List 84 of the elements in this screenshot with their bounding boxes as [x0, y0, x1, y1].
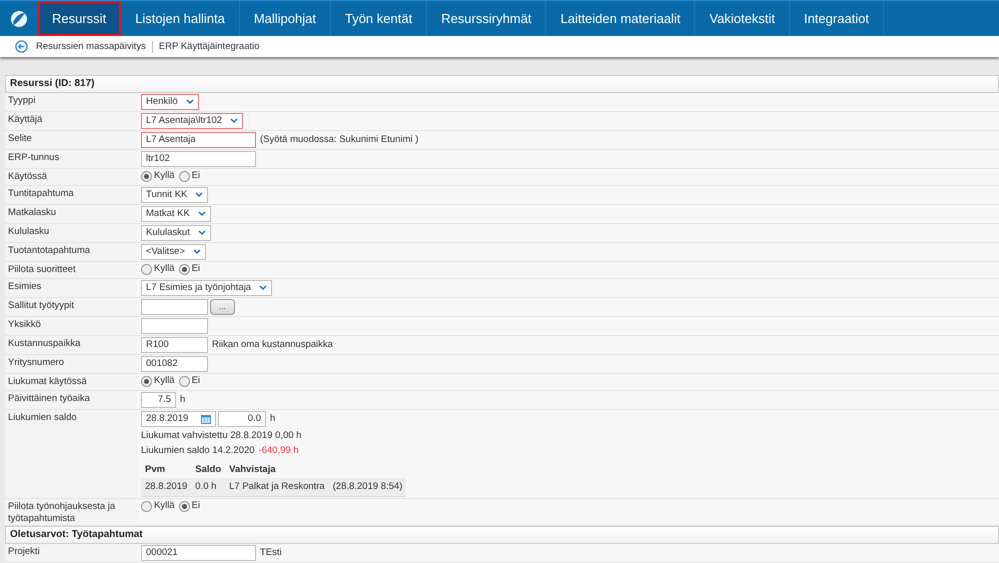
- radio-label: Ei: [192, 500, 200, 512]
- field-label: Sallitut työtyypit: [8, 300, 74, 311]
- calendar-icon[interactable]: [201, 414, 211, 424]
- radio-label: Kyllä: [154, 500, 175, 512]
- text-field[interactable]: L7 Asentaja: [141, 132, 256, 148]
- field-note: (Syötä muodossa: Sukunimi Etunimi ): [260, 134, 418, 146]
- field-label: Tuntitapahtuma: [8, 188, 74, 199]
- balance-value: -640,99 h: [258, 445, 299, 457]
- field-label: Päivittäinen työaika: [8, 393, 90, 404]
- chevron-down-icon: [230, 118, 238, 124]
- field-note: h: [180, 394, 186, 406]
- text-field[interactable]: [141, 299, 208, 315]
- chevron-down-icon: [186, 99, 194, 105]
- field-label: Yritysnumero: [8, 357, 64, 368]
- field-label: Tyyppi: [8, 95, 36, 106]
- chevron-down-icon: [198, 230, 206, 236]
- field-label: Esimies: [8, 281, 42, 292]
- field-label: Piilota työnohjauksesta ja työtapahtumista: [8, 501, 116, 524]
- field-label: Matkalasku: [8, 207, 56, 218]
- field-label: Käytössä: [8, 171, 48, 182]
- section-header: Oletusarvot: Työtapahtumat: [5, 526, 999, 544]
- text-field[interactable]: R100: [141, 337, 208, 353]
- back-icon[interactable]: [15, 40, 28, 53]
- field-label: ERP-tunnus: [8, 152, 60, 163]
- column-header: Saldo: [191, 462, 226, 478]
- subnav-link[interactable]: Resurssien massapäivitys: [36, 40, 146, 52]
- radio-label: Ei: [192, 375, 200, 387]
- radio-button[interactable]: [141, 170, 152, 182]
- radio-label: Kyllä: [154, 263, 175, 275]
- field-label: Kululasku: [8, 226, 50, 237]
- radio-label: Kyllä: [154, 375, 175, 387]
- text-field[interactable]: 000021: [141, 545, 256, 561]
- field-label: Yksikkö: [8, 319, 41, 330]
- field-label: Tuotantotapahtuma: [8, 245, 90, 256]
- subnav-link[interactable]: ERP Käyttäjäintegraatio: [158, 40, 260, 52]
- dropdown[interactable]: Tunnit KK: [141, 187, 208, 203]
- field-note: TEsti: [260, 547, 282, 559]
- radio-button[interactable]: [178, 376, 190, 386]
- logo-icon: [10, 10, 28, 28]
- dropdown[interactable]: Henkilö: [141, 94, 199, 110]
- field-note: Riikan oma kustannuspaikka: [212, 339, 333, 351]
- radio-button[interactable]: [178, 170, 190, 182]
- radio-button[interactable]: [141, 264, 152, 274]
- nav-tab[interactable]: Resurssit: [38, 1, 122, 36]
- chevron-down-icon: [259, 285, 268, 291]
- dropdown[interactable]: L7 Asentaja\ltr102: [141, 113, 244, 129]
- field-label: Käyttäjä: [8, 114, 42, 125]
- table-cell: L7 Palkat ja Reskontra: [225, 478, 329, 496]
- dropdown[interactable]: Kululaskut: [141, 225, 211, 241]
- column-header: Vahvistaja: [225, 462, 329, 478]
- table-cell: 28.8.2019: [141, 478, 192, 496]
- table-cell: 0.0 h: [191, 478, 226, 496]
- text-field[interactable]: [141, 318, 208, 334]
- field-note: h: [270, 413, 276, 425]
- field-label: Selite: [8, 133, 32, 144]
- balance-label: Liukumien saldo 14.2.2020: [141, 445, 255, 457]
- radio-label: Kyllä: [154, 170, 175, 182]
- chevron-down-icon: [192, 249, 201, 255]
- section-header: Resurssi (ID: 817): [5, 75, 999, 93]
- chevron-down-icon: [195, 192, 204, 198]
- radio-button[interactable]: [178, 264, 190, 274]
- table-cell: (28.8.2019 8:54): [328, 478, 406, 496]
- radio-label: Ei: [192, 263, 200, 275]
- radio-button[interactable]: [178, 500, 190, 512]
- number-field[interactable]: 7.5: [141, 392, 176, 408]
- radio-label: Ei: [192, 170, 200, 182]
- text-field[interactable]: 001082: [141, 356, 208, 372]
- dropdown[interactable]: L7 Esimies ja työnjohtaja: [141, 280, 272, 296]
- confirmation-text: Liukumat vahvistettu 28.8.2019 0,00 h: [141, 430, 303, 442]
- radio-button[interactable]: [141, 500, 152, 512]
- dropdown[interactable]: Matkat KK: [141, 206, 211, 222]
- field-label: Piilota suoritteet: [8, 264, 76, 275]
- dropdown[interactable]: <Valitse>: [141, 244, 206, 260]
- browse-button[interactable]: ...: [210, 299, 235, 315]
- chevron-down-icon: [198, 211, 206, 217]
- number-field[interactable]: 0.0: [218, 411, 266, 427]
- field-label: Projekti: [8, 546, 40, 557]
- column-header: Pvm: [141, 462, 192, 478]
- field-label: Kustannuspaikka: [8, 338, 80, 349]
- field-label: Liukumien saldo: [8, 412, 77, 423]
- text-field[interactable]: ltr102: [141, 151, 256, 167]
- date-field[interactable]: 28.8.2019: [141, 411, 216, 427]
- radio-button[interactable]: [141, 376, 152, 386]
- field-label: Liukumat käytössä: [8, 376, 87, 387]
